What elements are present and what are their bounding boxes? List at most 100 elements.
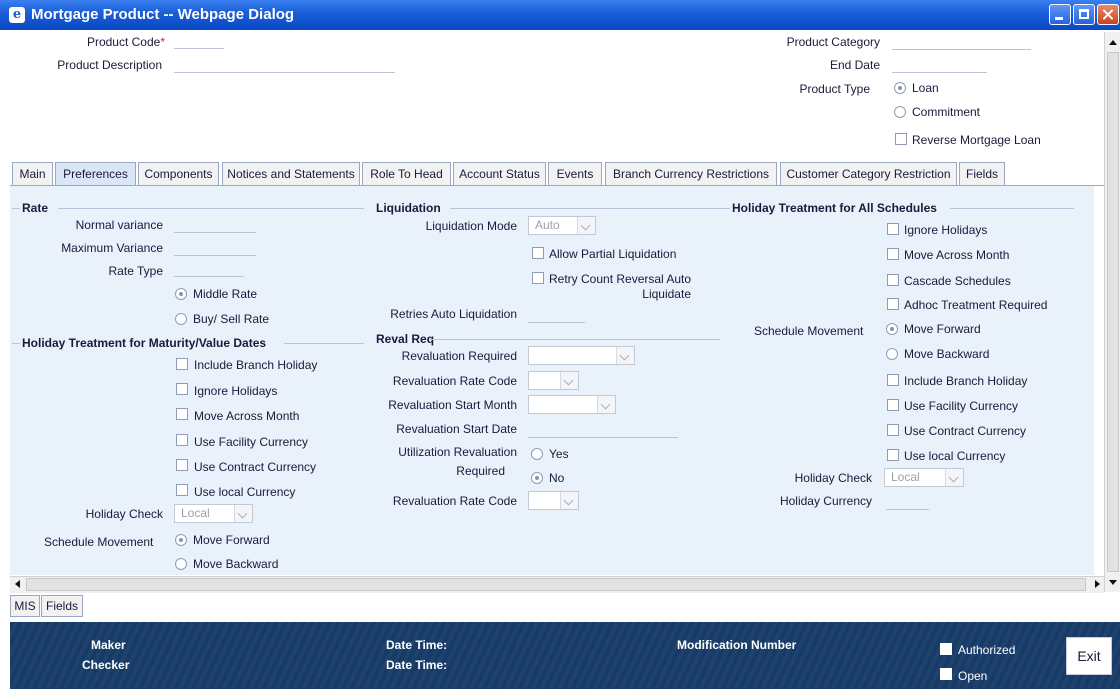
tab-fields[interactable]: Fields: [959, 162, 1005, 185]
hm-move-backward-radio[interactable]: [175, 558, 187, 570]
scroll-right-icon[interactable]: [1095, 580, 1100, 588]
ha-use-contract-currency-label: Use Contract Currency: [904, 424, 1027, 438]
revaluation-rate-code-label: Revaluation Rate Code: [392, 374, 517, 388]
horizontal-scrollbar[interactable]: [10, 576, 1104, 593]
tab-events[interactable]: Events: [548, 162, 602, 185]
horizontal-scroll-thumb[interactable]: [26, 578, 1086, 591]
revaluation-start-date-input[interactable]: [528, 423, 678, 438]
tab-preferences[interactable]: Preferences: [55, 162, 136, 185]
holiday-all-header: Holiday Treatment for All Schedules: [732, 201, 937, 215]
ha-holiday-check-select[interactable]: Local: [884, 468, 964, 487]
hm-move-forward-radio[interactable]: [175, 534, 187, 546]
hm-move-backward-label: Move Backward: [193, 557, 279, 571]
ha-holiday-currency-input[interactable]: [886, 495, 929, 510]
revaluation-start-month-select[interactable]: [528, 395, 616, 414]
scroll-up-icon[interactable]: [1109, 40, 1117, 45]
tab-customer-category-restriction[interactable]: Customer Category Restriction: [780, 162, 957, 185]
normal-variance-label: Normal variance: [75, 218, 163, 232]
scroll-down-icon[interactable]: [1109, 580, 1117, 585]
revaluation-rate-code-2-select[interactable]: [528, 491, 579, 510]
tab-components[interactable]: Components: [138, 162, 219, 185]
liquidation-divider: [450, 208, 720, 209]
rate-divider: [58, 208, 364, 209]
vertical-scroll-thumb[interactable]: [1107, 52, 1119, 572]
chevron-down-icon: [234, 505, 252, 522]
retry-count-reversal-label-1: Retry Count Reversal Auto: [549, 272, 692, 286]
retry-count-reversal-checkbox[interactable]: [532, 272, 544, 284]
tab-notices-and-statements[interactable]: Notices and Statements: [222, 162, 360, 185]
ha-use-contract-currency-checkbox[interactable]: [887, 424, 899, 436]
product-code-input[interactable]: [174, 34, 224, 49]
chevron-down-icon: [577, 217, 595, 234]
product-type-commitment-radio[interactable]: [894, 106, 906, 118]
hm-holiday-check-value: Local: [181, 506, 210, 520]
product-category-input[interactable]: [892, 35, 1031, 50]
end-date-input[interactable]: [892, 58, 987, 73]
product-code-label: Product Code*: [10, 35, 165, 49]
ha-use-facility-currency-checkbox[interactable]: [887, 399, 899, 411]
hm-move-across-month-checkbox[interactable]: [176, 408, 188, 420]
chevron-down-icon: [560, 372, 578, 389]
allow-partial-liquidation-label: Allow Partial Liquidation: [549, 247, 677, 261]
product-description-input[interactable]: [174, 58, 395, 73]
normal-variance-input[interactable]: [174, 218, 256, 233]
revaluation-rate-code-select[interactable]: [528, 371, 579, 390]
tab-account-status[interactable]: Account Status: [453, 162, 546, 185]
ha-adhoc-treatment-label: Adhoc Treatment Required: [904, 298, 1048, 312]
vertical-scrollbar[interactable]: [1104, 32, 1120, 592]
utilization-revaluation-label-1: Utilization Revaluation: [398, 445, 517, 459]
maximize-button[interactable]: [1073, 4, 1095, 25]
ha-use-local-currency-checkbox[interactable]: [887, 449, 899, 461]
hm-move-across-month-label: Move Across Month: [194, 409, 300, 423]
liquidation-mode-label: Liquidation Mode: [425, 219, 517, 233]
maximum-variance-input[interactable]: [174, 241, 256, 256]
reverse-mortgage-checkbox[interactable]: [895, 133, 907, 145]
tab-role-to-head[interactable]: Role To Head: [362, 162, 451, 185]
ha-move-forward-radio[interactable]: [886, 323, 898, 335]
utilization-yes-radio[interactable]: [531, 448, 543, 460]
rate-type-input[interactable]: [174, 262, 244, 277]
ha-move-forward-label: Move Forward: [904, 322, 981, 336]
minimize-button[interactable]: [1049, 4, 1071, 25]
tab-branch-currency-restrictions[interactable]: Branch Currency Restrictions: [605, 162, 777, 185]
liquidation-mode-select[interactable]: Auto: [528, 216, 596, 235]
product-type-loan-radio[interactable]: [894, 82, 906, 94]
hm-use-facility-currency-checkbox[interactable]: [176, 434, 188, 446]
utilization-no-radio[interactable]: [531, 472, 543, 484]
open-label: Open: [958, 669, 988, 683]
ha-ignore-holidays-checkbox[interactable]: [887, 223, 899, 235]
ha-cascade-schedules-label: Cascade Schedules: [904, 274, 1011, 288]
retries-auto-liquidation-label: Retries Auto Liquidation: [390, 307, 517, 321]
open-checkbox[interactable]: [940, 668, 952, 680]
ha-cascade-schedules-checkbox[interactable]: [887, 274, 899, 286]
reval-req-header: Reval Req: [376, 332, 435, 346]
holiday-maturity-divider: [284, 343, 364, 344]
hm-include-branch-holiday-checkbox[interactable]: [176, 358, 188, 370]
middle-rate-radio[interactable]: [175, 288, 187, 300]
hm-holiday-check-select[interactable]: Local: [174, 504, 253, 523]
ha-include-branch-holiday-checkbox[interactable]: [887, 374, 899, 386]
hm-include-branch-holiday-label: Include Branch Holiday: [194, 358, 318, 372]
allow-partial-liquidation-checkbox[interactable]: [532, 247, 544, 259]
hm-use-local-currency-checkbox[interactable]: [176, 484, 188, 496]
hm-ignore-holidays-checkbox[interactable]: [176, 383, 188, 395]
buy-sell-rate-radio[interactable]: [175, 313, 187, 325]
close-button[interactable]: [1097, 4, 1119, 25]
checker-label: Checker: [82, 658, 130, 672]
authorized-checkbox[interactable]: [940, 643, 952, 655]
tab-main[interactable]: Main: [12, 162, 53, 185]
retries-auto-liquidation-input[interactable]: [528, 308, 585, 323]
ha-holiday-check-label: Holiday Check: [794, 471, 872, 485]
hm-use-contract-currency-checkbox[interactable]: [176, 459, 188, 471]
hm-schedule-movement-label: Schedule Movement: [44, 535, 154, 549]
ha-move-backward-radio[interactable]: [886, 348, 898, 360]
exit-button[interactable]: Exit: [1066, 637, 1112, 675]
fields-tab[interactable]: Fields: [41, 595, 83, 617]
hm-use-facility-currency-label: Use Facility Currency: [194, 435, 309, 449]
revaluation-required-select[interactable]: [528, 346, 635, 365]
revaluation-required-label: Revaluation Required: [401, 349, 517, 363]
scroll-left-icon[interactable]: [15, 580, 20, 588]
mis-tab[interactable]: MIS: [10, 595, 40, 617]
ha-move-across-month-checkbox[interactable]: [887, 248, 899, 260]
ha-adhoc-treatment-checkbox[interactable]: [887, 298, 899, 310]
